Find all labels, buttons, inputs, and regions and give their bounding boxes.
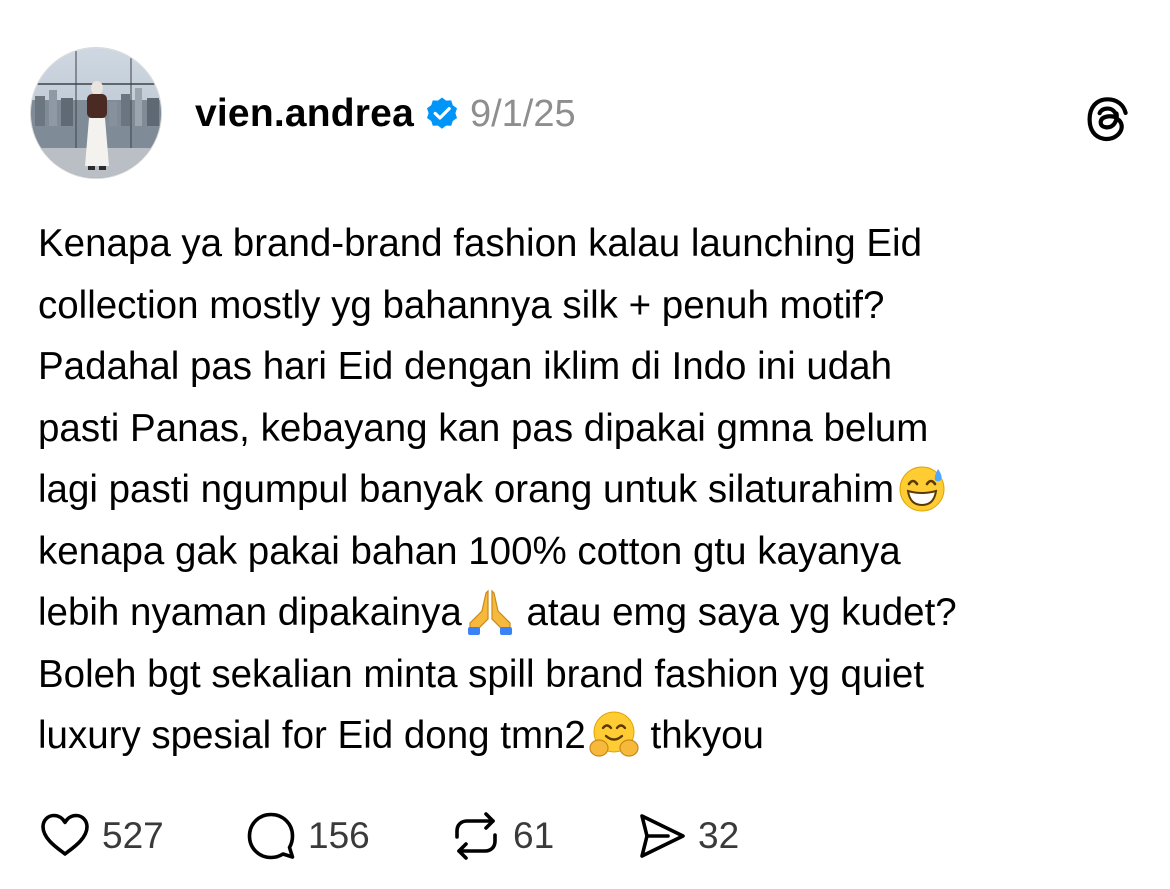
post-timestamp: 9/1/25 <box>469 92 576 135</box>
post-text-line: Boleh bgt sekalian minta spill brand fas… <box>38 652 925 696</box>
send-icon <box>634 809 688 863</box>
post-text-line: Padahal pas hari Eid dengan iklim di Ind… <box>38 345 892 388</box>
folded-hands-emoji <box>464 585 516 637</box>
post-body: Kenapa ya brand-brand fashion kalau laun… <box>38 213 1148 767</box>
post-text-line-with-emoji: lebih nyaman dipakainya atau emg saya yg… <box>38 582 1148 644</box>
like-count: 527 <box>102 815 164 856</box>
repost-count: 61 <box>513 815 555 856</box>
post-actions-bar: 527 156 61 32 <box>38 806 739 866</box>
post-text-line-with-emoji: luxury spesial for Eid dong tmn2 thkyou <box>38 705 1148 767</box>
reply-button[interactable]: 156 <box>244 809 449 863</box>
hugging-face-emoji <box>588 708 640 760</box>
heart-icon <box>38 809 92 863</box>
threads-logo-icon[interactable] <box>1083 94 1133 144</box>
avatar[interactable] <box>30 47 162 179</box>
share-button[interactable]: 32 <box>634 809 739 863</box>
post-text-segment: lebih nyaman dipakainya <box>38 591 462 634</box>
post-text-line: pasti Panas, kebayang kan pas dipakai gm… <box>38 406 929 450</box>
like-button[interactable]: 527 <box>38 809 244 863</box>
verified-badge-icon <box>424 96 460 132</box>
comment-bubble-icon <box>244 809 298 863</box>
post-text-line: Kenapa ya brand-brand fashion kalau laun… <box>38 222 922 265</box>
repost-button[interactable]: 61 <box>449 809 634 863</box>
post-text-line: collection mostly yg bahannya silk + pen… <box>38 283 885 327</box>
grinning-sweat-emoji <box>896 462 948 514</box>
post-text-line-with-emoji: lagi pasti ngumpul banyak orang untuk si… <box>38 459 1148 521</box>
reply-count: 156 <box>308 815 370 856</box>
post-text-segment: luxury spesial for Eid dong tmn2 <box>38 714 586 757</box>
post-text-segment: thkyou <box>639 714 764 757</box>
post-text-segment: lagi pasti ngumpul banyak orang untuk si… <box>38 468 895 511</box>
share-count: 32 <box>698 815 740 856</box>
post-header: vien.andrea 9/1/25 <box>195 88 576 140</box>
post-text-segment: atau emg saya yg kudet? <box>515 591 957 634</box>
threads-post-card: vien.andrea 9/1/25 Kenapa ya brand-brand… <box>0 0 1170 889</box>
post-text-line: kenapa gak pakai bahan 100% cotton gtu k… <box>38 529 901 573</box>
repost-icon <box>449 809 503 863</box>
username[interactable]: vien.andrea <box>195 92 414 136</box>
